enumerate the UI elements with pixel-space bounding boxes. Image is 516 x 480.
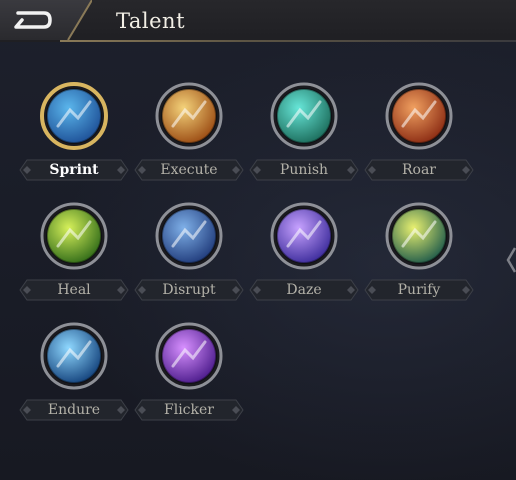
talent-label-bar: Execute <box>134 159 244 181</box>
talent-flicker[interactable]: Flicker <box>134 320 244 430</box>
header-divider <box>60 40 516 42</box>
talent-heal[interactable]: Heal <box>19 200 129 310</box>
disrupt-icon <box>155 202 223 270</box>
header-bar: Talent <box>0 0 516 42</box>
talent-disrupt[interactable]: Disrupt <box>134 200 244 310</box>
daze-icon <box>270 202 338 270</box>
talent-sprint[interactable]: Sprint <box>19 80 129 190</box>
talent-screen: Talent Sprint Execute Punish Roar Heal Disrup… <box>0 0 516 480</box>
talent-label: Execute <box>160 162 218 178</box>
talent-label: Sprint <box>49 162 99 178</box>
talent-label-bar: Heal <box>19 279 129 301</box>
talent-label-bar: Purify <box>364 279 474 301</box>
talent-label-bar: Disrupt <box>134 279 244 301</box>
sprint-icon <box>40 82 108 150</box>
talent-roar[interactable]: Roar <box>364 80 474 190</box>
talent-label: Endure <box>47 402 101 418</box>
talent-label: Punish <box>279 162 329 178</box>
talent-daze[interactable]: Daze <box>249 200 359 310</box>
talent-label: Purify <box>397 282 441 298</box>
collapse-arrow-icon[interactable] <box>504 246 516 274</box>
endure-icon <box>40 322 108 390</box>
talent-label: Flicker <box>164 402 214 418</box>
talent-label: Daze <box>286 282 322 298</box>
back-button[interactable] <box>0 0 92 42</box>
flicker-icon <box>155 322 223 390</box>
page-title: Talent <box>116 9 186 33</box>
talent-purify[interactable]: Purify <box>364 200 474 310</box>
heal-icon <box>40 202 108 270</box>
talent-punish[interactable]: Punish <box>249 80 359 190</box>
talent-label: Disrupt <box>162 282 216 298</box>
punish-icon <box>270 82 338 150</box>
talent-label: Heal <box>57 282 91 298</box>
talent-label-bar: Daze <box>249 279 359 301</box>
talent-label-bar: Endure <box>19 399 129 421</box>
talent-label: Roar <box>401 162 436 178</box>
talent-label-bar: Punish <box>249 159 359 181</box>
roar-icon <box>385 82 453 150</box>
execute-icon <box>155 82 223 150</box>
talent-endure[interactable]: Endure <box>19 320 129 430</box>
talent-label-bar: Flicker <box>134 399 244 421</box>
talent-label-bar: Sprint <box>19 159 129 181</box>
talent-execute[interactable]: Execute <box>134 80 244 190</box>
talent-label-bar: Roar <box>364 159 474 181</box>
purify-icon <box>385 202 453 270</box>
back-arrow-icon <box>0 0 92 41</box>
